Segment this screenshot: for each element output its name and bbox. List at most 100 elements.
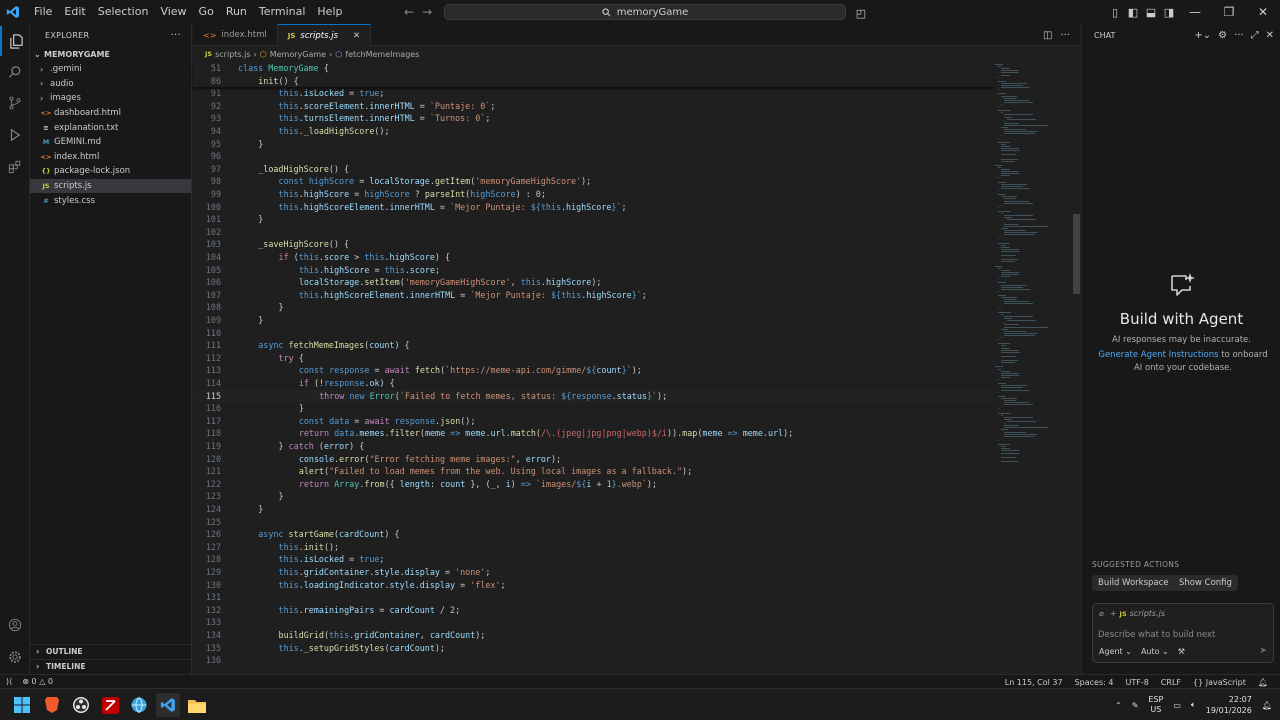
file-item[interactable]: <> index.html [30,150,191,165]
code-line[interactable]: 117 const data = await response.json(); [193,415,993,428]
code-editor[interactable]: 51 class MemoryGame {86 init() {91 this.isL… [193,62,993,674]
code-line[interactable]: 102 [193,226,993,239]
code-line[interactable]: 136 [193,654,993,667]
notifications-icon[interactable]: 🔔︎ [1262,701,1272,710]
chat-settings-icon[interactable]: ⚙ [1218,30,1227,41]
code-line[interactable]: 118 return data.memes.filter(meme => meme… [193,427,993,440]
menu-edit[interactable]: Edit [58,0,91,24]
generate-instructions-link[interactable]: Generate Agent Instructions [1098,350,1218,360]
maximize-button[interactable]: ❐ [1212,0,1246,24]
code-line[interactable]: 91 this.isLocked = true; [193,87,993,100]
code-line[interactable]: 111 async fetchMemeImages(count) { [193,339,993,352]
folder-item[interactable]: › images [30,91,191,106]
chat-placeholder[interactable]: Describe what to build next [1098,630,1215,640]
attach-icon[interactable]: ⌀ [1099,609,1104,618]
run-debug-icon[interactable] [0,120,30,150]
cursor-position[interactable]: Ln 115, Col 37 [1005,678,1063,687]
model-dropdown[interactable]: Auto ⌄ [1141,647,1169,656]
code-line[interactable]: 95} [193,138,993,151]
code-line[interactable]: 133 [193,616,993,629]
copilot-icon[interactable]: ◰ [852,4,870,22]
folder-item[interactable]: › .gemini [30,62,191,77]
file-item[interactable]: {} package-lock.json [30,164,191,179]
code-line[interactable]: 131 [193,591,993,604]
back-arrow-icon[interactable]: ← [404,5,414,19]
more-actions-icon[interactable]: ··· [1060,30,1070,41]
tray-overflow-icon[interactable]: ⌃ [1115,701,1122,710]
code-line[interactable]: 134 buildGrid(this.gridContainer, cardCou… [193,629,993,642]
more-actions-icon[interactable]: ··· [1234,30,1244,41]
more-actions-icon[interactable]: ··· [171,30,181,41]
code-line[interactable]: 108} [193,301,993,314]
code-line[interactable]: 119} catch (error) { [193,440,993,453]
code-line[interactable]: 132 this.remainingPairs = cardCount / 2; [193,604,993,617]
minimap[interactable] [993,62,1067,474]
send-icon[interactable]: ➤ [1259,646,1267,656]
line-ending[interactable]: CRLF [1161,678,1181,687]
attached-file-chip[interactable]: + JS scripts.js [1110,609,1165,618]
code-line[interactable]: 129 this.gridContainer.style.display = 'n… [193,566,993,579]
code-line[interactable]: 120 console.error("Error fetching meme im… [193,453,993,466]
show-config-button[interactable]: Show Config [1173,575,1238,591]
toggle-primary-sidebar-icon[interactable]: ◧ [1124,3,1142,21]
settings-gear-icon[interactable] [0,642,30,672]
code-line[interactable]: 123} [193,490,993,503]
code-line[interactable]: 109} [193,314,993,327]
chat-input-box[interactable]: ⌀ + JS scripts.js Describe what to build… [1092,603,1274,663]
code-line[interactable]: 115 throw new Error(`Failed to fetch meme… [193,389,993,403]
toggle-sidebar-icon[interactable]: ▯ [1106,3,1124,21]
tab-index-html[interactable]: <> index.html [193,24,278,46]
code-line[interactable]: 99 this.highScore = highScore ? parseInt(… [193,188,993,201]
timeline-section[interactable]: › TIMELINE [30,659,192,673]
toggle-secondary-sidebar-icon[interactable]: ◨ [1160,3,1178,21]
code-line[interactable]: 121 alert("Failed to load memes from the … [193,465,993,478]
code-line[interactable]: 124} [193,503,993,516]
tools-icon[interactable]: ⚒ [1178,647,1185,656]
menu-go[interactable]: Go [193,0,220,24]
forward-arrow-icon[interactable]: → [422,5,432,19]
code-line[interactable]: 116} [193,402,993,415]
code-line[interactable]: 127 this.init(); [193,541,993,554]
search-icon[interactable] [0,57,30,87]
code-line[interactable]: 96 [193,150,993,163]
code-line[interactable]: 100 this.highScoreElement.innerHTML = `Me… [193,201,993,214]
new-chat-icon[interactable]: +⌄ [1194,30,1211,41]
source-control-icon[interactable] [0,88,30,118]
menu-help[interactable]: Help [311,0,348,24]
code-line[interactable]: 97 _loadHighScore() { [193,163,993,176]
volume-icon[interactable]: 🔈︎ [1191,700,1196,710]
file-explorer-icon[interactable] [185,693,209,717]
menu-terminal[interactable]: Terminal [253,0,312,24]
code-line[interactable]: 106 localStorage.setItem('memoryGameHighS… [193,276,993,289]
breadcrumb-class[interactable]: MemoryGame [270,50,326,59]
code-line[interactable]: 103 _saveHighScore() { [193,238,993,251]
problems-indicator[interactable]: ⊗ 0 △ 0 [22,677,53,686]
network-app-icon[interactable] [127,693,151,717]
notifications-bell-icon[interactable]: 🔔︎ [1258,678,1268,687]
command-center[interactable]: memoryGame [444,4,846,20]
close-panel-icon[interactable]: ✕ [1266,30,1274,41]
code-line[interactable]: 113 const response = await fetch(`https:/… [193,364,993,377]
folder-item[interactable]: › audio [30,77,191,92]
mode-dropdown[interactable]: Agent ⌄ [1099,647,1132,656]
extensions-icon[interactable] [0,152,30,182]
file-item[interactable]: ≡ explanation.txt [30,120,191,135]
code-line[interactable]: 130 this.loadingIndicator.style.display =… [193,579,993,592]
account-icon[interactable] [0,610,30,640]
editor-scrollbar[interactable] [1073,214,1080,294]
code-line[interactable]: 112 try { [193,352,993,365]
explorer-icon[interactable] [0,26,30,56]
network-icon[interactable]: ▭ [1173,701,1181,710]
obs-app-icon[interactable] [69,693,93,717]
indentation[interactable]: Spaces: 4 [1075,678,1114,687]
close-tab-icon[interactable]: ✕ [353,31,360,41]
tab-scripts-js[interactable]: JS scripts.js ✕ [277,24,372,46]
language-mode[interactable]: {} JavaScript [1193,678,1246,687]
file-item[interactable]: <> dashboard.html [30,106,191,121]
code-line[interactable]: 86 init() { [193,74,993,88]
code-line[interactable]: 125 [193,516,993,529]
pen-icon[interactable]: ✎ [1132,701,1139,710]
breadcrumb-method[interactable]: fetchMemeImages [345,50,419,59]
minimize-button[interactable]: — [1178,0,1212,24]
maximize-panel-icon[interactable]: ⤢ [1251,30,1259,41]
